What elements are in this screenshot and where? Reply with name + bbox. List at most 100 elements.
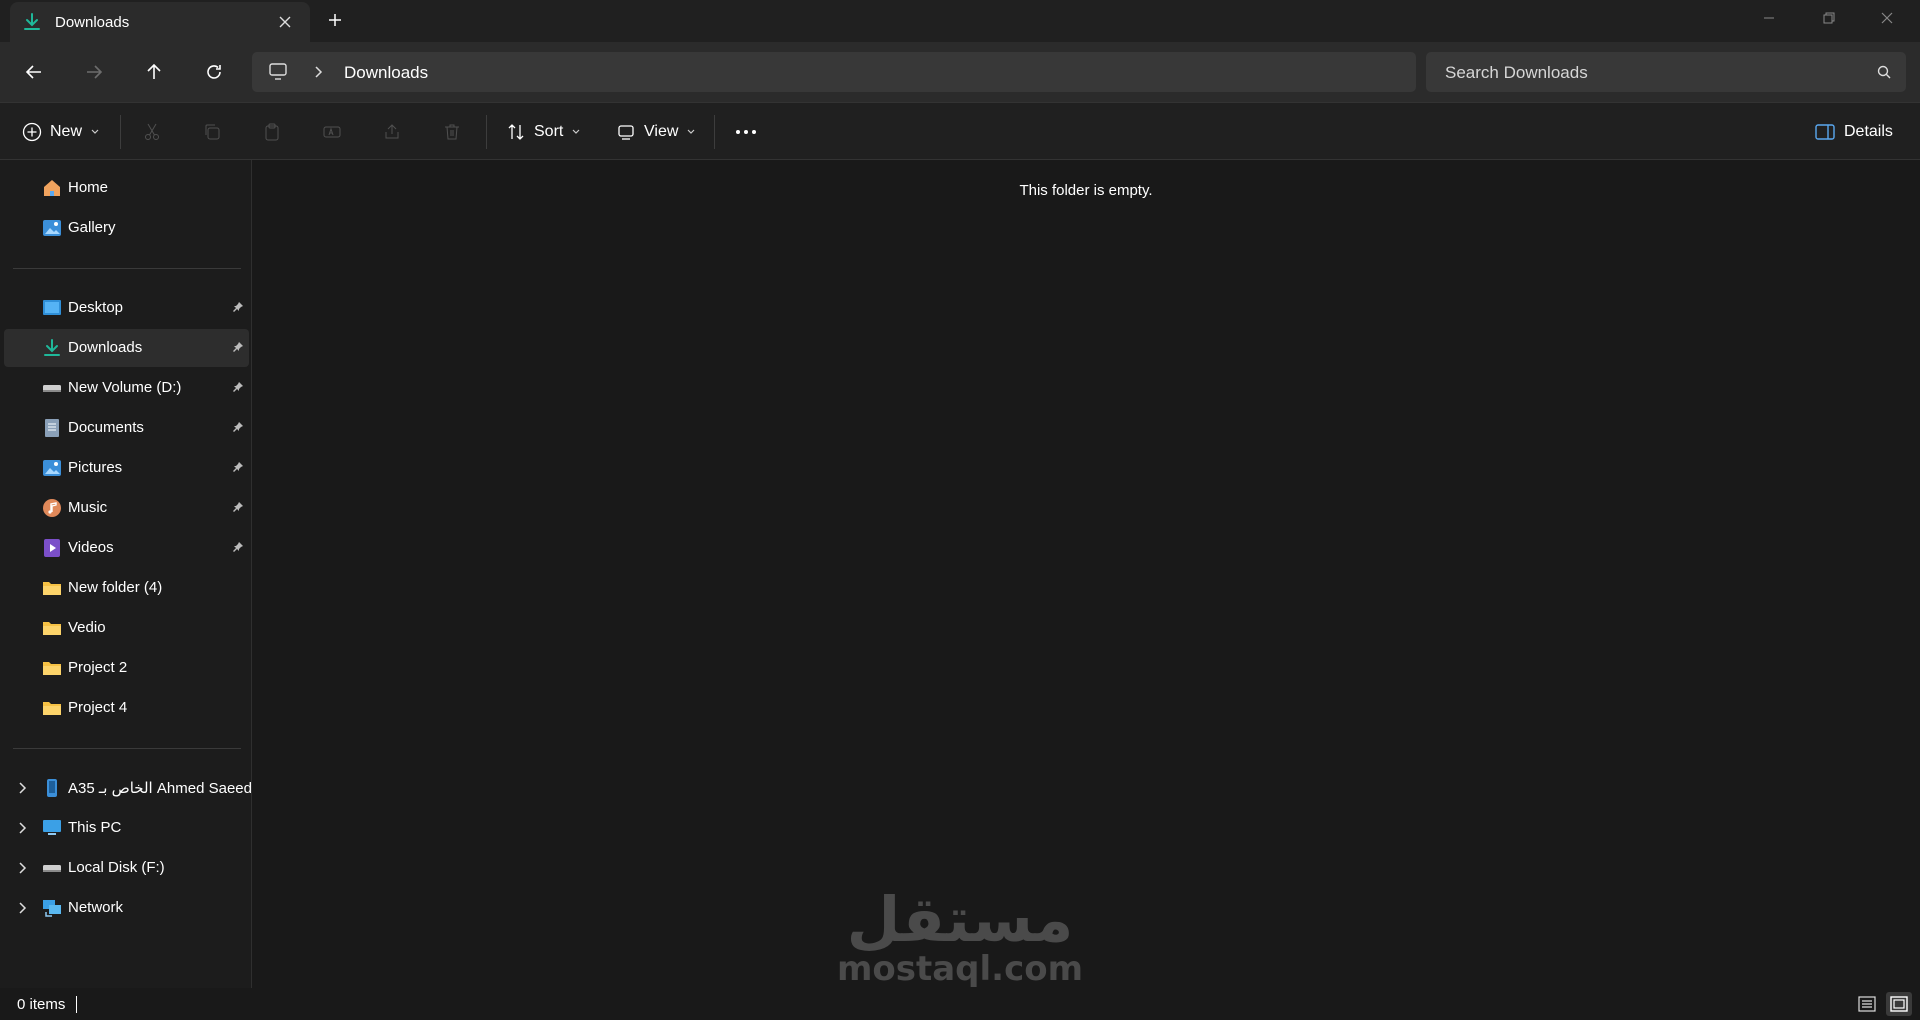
sidebar-item-label: Documents <box>68 419 144 436</box>
sidebar-item-label: Videos <box>68 539 114 556</box>
chevron-right-icon[interactable] <box>16 901 28 915</box>
drive-icon <box>42 859 62 877</box>
divider <box>13 268 241 269</box>
watermark-latin: mostaql.com <box>836 949 1084 989</box>
command-bar: New Sort View Details <box>0 102 1920 160</box>
pin-icon[interactable] <box>232 381 244 393</box>
chevron-right-icon[interactable] <box>16 781 28 795</box>
sidebar-item-local-disk-f[interactable]: Local Disk (F:) <box>4 849 249 887</box>
pin-icon[interactable] <box>232 341 244 353</box>
paste-button[interactable] <box>262 117 282 147</box>
cut-icon <box>142 122 162 142</box>
sidebar-item-gallery[interactable]: Gallery <box>4 209 249 247</box>
sidebar-item-home[interactable]: Home <box>4 169 249 207</box>
minimize-icon[interactable] <box>1740 0 1798 36</box>
chevron-right-icon[interactable] <box>16 861 28 875</box>
refresh-icon[interactable] <box>202 60 226 84</box>
pin-icon[interactable] <box>232 501 244 513</box>
tab-downloads[interactable]: Downloads <box>10 2 310 42</box>
sidebar-item-vedio[interactable]: Vedio <box>4 609 249 647</box>
copy-icon <box>202 122 222 142</box>
sidebar-item-desktop[interactable]: Desktop <box>4 289 249 327</box>
back-icon[interactable] <box>22 60 46 84</box>
rename-icon <box>322 122 342 142</box>
download-icon <box>42 339 62 357</box>
tab-title: Downloads <box>55 14 130 31</box>
more-options-button[interactable] <box>734 117 758 147</box>
sidebar-item-label: Desktop <box>68 299 124 316</box>
sidebar-item-downloads[interactable]: Downloads <box>4 329 249 367</box>
close-tab-icon[interactable] <box>276 13 294 31</box>
desktop-icon <box>42 299 62 317</box>
up-icon[interactable] <box>142 60 166 84</box>
large-icons-view-button[interactable] <box>1886 992 1912 1016</box>
copy-button[interactable] <box>202 117 222 147</box>
videos-icon <box>42 539 62 557</box>
folder-icon <box>42 619 62 637</box>
music-icon <box>42 499 62 517</box>
details-pane-icon <box>1814 122 1836 142</box>
file-list-area[interactable]: This folder is empty. <box>252 160 1920 988</box>
documents-icon <box>42 419 62 437</box>
forward-icon[interactable] <box>82 60 106 84</box>
sidebar-item-pictures[interactable]: Pictures <box>4 449 249 487</box>
sidebar-item-videos[interactable]: Videos <box>4 529 249 567</box>
details-view-button[interactable] <box>1854 992 1880 1016</box>
sidebar-item-phone-a35[interactable]: A35 الخاص بـ Ahmed Saeed <box>4 769 252 807</box>
gallery-icon <box>42 219 62 237</box>
drive-icon <box>42 379 62 397</box>
cut-button[interactable] <box>142 117 162 147</box>
address-row: Downloads Search Downloads <box>0 42 1920 102</box>
search-placeholder: Search Downloads <box>1445 63 1588 82</box>
chevron-down-icon <box>90 128 100 136</box>
sidebar-item-documents[interactable]: Documents <box>4 409 249 447</box>
new-tab-icon[interactable] <box>326 11 344 29</box>
chevron-right-icon[interactable] <box>312 65 324 79</box>
delete-icon <box>442 122 462 142</box>
share-button[interactable] <box>382 117 402 147</box>
sidebar-item-label: Local Disk (F:) <box>68 859 165 876</box>
restore-icon[interactable] <box>1800 0 1858 36</box>
pin-icon[interactable] <box>232 301 244 313</box>
rename-button[interactable] <box>322 117 342 147</box>
add-icon <box>22 122 42 142</box>
details-label: Details <box>1844 123 1893 140</box>
search-input[interactable]: Search Downloads <box>1426 52 1906 92</box>
sidebar-item-label: New folder (4) <box>68 579 163 596</box>
sort-icon <box>506 122 526 142</box>
item-count: 0 items <box>17 996 66 1013</box>
breadcrumb-downloads[interactable]: Downloads <box>344 63 428 83</box>
home-icon <box>42 179 62 197</box>
sidebar-item-label: Home <box>68 179 109 196</box>
sidebar-item-this-pc[interactable]: This PC <box>4 809 249 847</box>
empty-folder-message: This folder is empty. <box>1019 182 1153 199</box>
pin-icon[interactable] <box>232 421 244 433</box>
sidebar-item-music[interactable]: Music <box>4 489 249 527</box>
pin-icon[interactable] <box>232 541 244 553</box>
view-button[interactable]: View <box>616 117 696 147</box>
pin-icon[interactable] <box>232 461 244 473</box>
search-icon[interactable] <box>1876 64 1892 80</box>
sidebar-item-label: Vedio <box>68 619 106 636</box>
share-icon <box>382 122 402 142</box>
sort-button[interactable]: Sort <box>506 117 581 147</box>
sidebar-item-label: Downloads <box>68 339 143 356</box>
sidebar-item-network[interactable]: Network <box>4 889 249 927</box>
delete-button[interactable] <box>442 117 462 147</box>
sidebar-item-label: Project 4 <box>68 699 128 716</box>
sidebar-item-project-2[interactable]: Project 2 <box>4 649 249 687</box>
this-pc-icon[interactable] <box>268 63 288 81</box>
close-window-icon[interactable] <box>1858 0 1916 36</box>
folder-icon <box>42 659 62 677</box>
address-bar[interactable]: Downloads <box>252 52 1416 92</box>
details-button[interactable]: Details <box>1814 117 1893 147</box>
sidebar-item-new-folder-4[interactable]: New folder (4) <box>4 569 249 607</box>
sidebar-item-new-volume-d[interactable]: New Volume (D:) <box>4 369 249 407</box>
new-button[interactable]: New <box>22 117 100 147</box>
chevron-right-icon[interactable] <box>16 821 28 835</box>
sidebar-item-label: Music <box>68 499 108 516</box>
divider <box>486 115 487 149</box>
sidebar-item-project-4[interactable]: Project 4 <box>4 689 249 727</box>
sidebar-item-label: Project 2 <box>68 659 128 676</box>
chevron-down-icon <box>686 128 696 136</box>
